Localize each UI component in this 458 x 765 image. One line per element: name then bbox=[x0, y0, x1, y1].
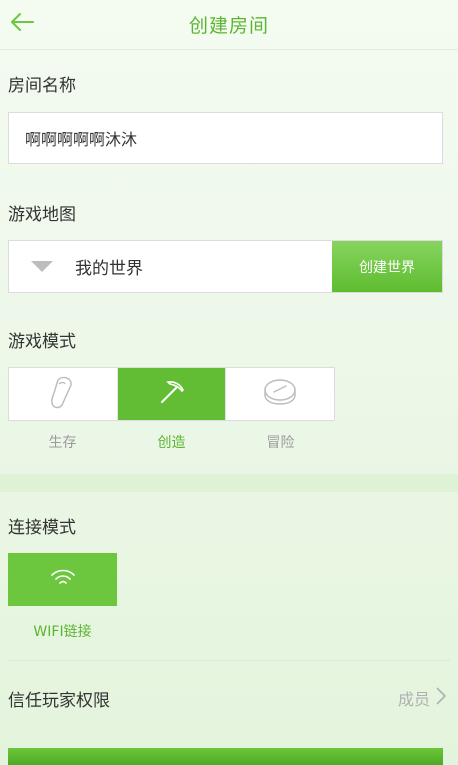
chevron-right-icon bbox=[436, 687, 447, 709]
trust-permission-value: 成员 bbox=[397, 690, 430, 709]
trust-permission-row[interactable]: 信任玩家权限 成员 bbox=[0, 670, 458, 726]
compass-icon bbox=[262, 377, 298, 411]
wifi-mode-label: WIFI链接 bbox=[33, 624, 92, 640]
room-name-label: 房间名称 bbox=[8, 76, 76, 96]
pickaxe-icon bbox=[158, 378, 186, 410]
map-dropdown[interactable]: 我的世界 bbox=[9, 241, 332, 292]
back-arrow-icon bbox=[9, 12, 35, 36]
game-mode-labels: 生存 创造 冒险 bbox=[8, 432, 335, 452]
room-name-input[interactable]: 啊啊啊啊啊沐沐 bbox=[8, 112, 443, 164]
page-title: 创建房间 bbox=[188, 15, 269, 37]
trust-permission-label: 信任玩家权限 bbox=[8, 690, 110, 711]
game-mode-label: 游戏模式 bbox=[8, 332, 76, 352]
bread-icon bbox=[50, 375, 76, 413]
connection-mode-label: 连接模式 bbox=[8, 518, 76, 538]
create-room-button[interactable] bbox=[8, 748, 443, 765]
game-mode-selector bbox=[8, 367, 335, 421]
map-selected-value: 我的世界 bbox=[75, 259, 143, 279]
mode-creative-button[interactable] bbox=[117, 368, 227, 420]
mode-survival-label: 生存 bbox=[48, 435, 77, 451]
dropdown-triangle-icon bbox=[31, 261, 53, 272]
mode-survival-button[interactable] bbox=[9, 368, 118, 420]
header-bar: 创建房间 bbox=[0, 0, 458, 50]
back-button[interactable] bbox=[6, 8, 38, 40]
game-map-label: 游戏地图 bbox=[8, 205, 76, 225]
mode-adventure-button[interactable] bbox=[226, 368, 334, 420]
room-name-value: 啊啊啊啊啊沐沐 bbox=[25, 130, 138, 149]
game-map-select: 我的世界 创建世界 bbox=[8, 240, 443, 293]
wifi-icon bbox=[50, 569, 76, 591]
mode-creative-label: 创造 bbox=[157, 435, 186, 451]
divider bbox=[8, 660, 450, 661]
create-world-button[interactable]: 创建世界 bbox=[332, 241, 442, 292]
section-separator bbox=[0, 474, 458, 492]
wifi-mode-button[interactable] bbox=[8, 553, 117, 606]
mode-adventure-label: 冒险 bbox=[266, 435, 295, 451]
